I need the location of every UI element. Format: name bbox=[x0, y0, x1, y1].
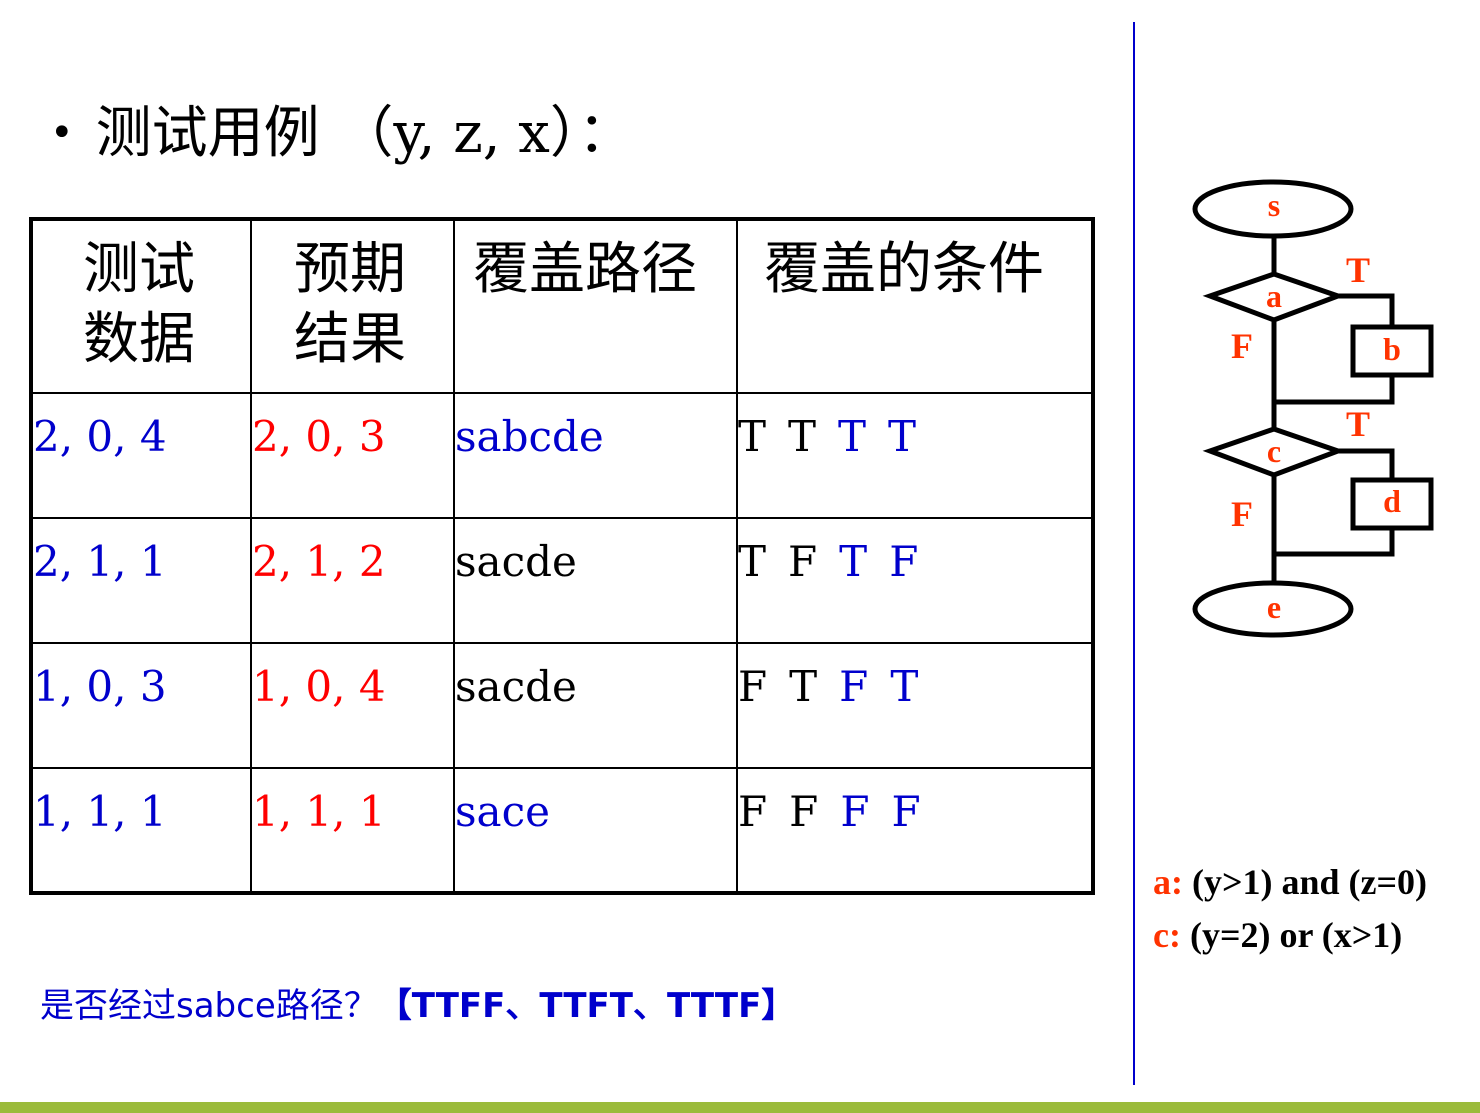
bottom-accent-bar bbox=[0, 1102, 1480, 1113]
edge-label-c-false: F bbox=[1231, 494, 1253, 534]
legend-line-c: c: (y=2) or (x>1) bbox=[1153, 915, 1403, 955]
cell-covered-path: sacde bbox=[453, 517, 738, 644]
condition-legend: a: (y>1) and (z=0) c: (y=2) or (x>1) bbox=[1153, 856, 1427, 962]
node-b-label: b bbox=[1383, 331, 1401, 367]
question-answer: 【TTFF、TTFT、TTTF】 bbox=[377, 986, 796, 1026]
table-row: 2, 0, 4 2, 0, 3 sabcde T T T T bbox=[30, 392, 1094, 519]
condition-value: T bbox=[838, 412, 867, 461]
cell-covered-path: sabcde bbox=[453, 392, 738, 519]
node-a-label: a bbox=[1266, 278, 1282, 314]
bullet-icon: • bbox=[50, 110, 74, 156]
edge-label-c-true: T bbox=[1346, 404, 1370, 444]
node-d-label: d bbox=[1383, 483, 1401, 519]
condition-value: F bbox=[889, 537, 919, 586]
condition-value: T bbox=[888, 412, 917, 461]
node-c-label: c bbox=[1267, 433, 1281, 469]
table-header-row: 测试 数据 预期 结果 覆盖路径 覆盖的条件 bbox=[30, 218, 1094, 394]
title-text: 测试用例 （y, z, x）： bbox=[95, 101, 634, 166]
cell-expected-result: 2, 0, 3 bbox=[250, 392, 455, 519]
condition-value: T bbox=[890, 662, 919, 711]
cell-expected-result: 1, 1, 1 bbox=[250, 767, 455, 894]
edge-a-true bbox=[1338, 293, 1395, 327]
condition-value: T bbox=[789, 662, 818, 711]
flowchart-diagram: s a b c d e T F T F bbox=[1192, 179, 1434, 638]
condition-value: T bbox=[839, 537, 868, 586]
cell-test-data: 2, 0, 4 bbox=[30, 392, 252, 519]
slide-title: • 测试用例 （y, z, x）： bbox=[50, 88, 634, 169]
cell-covered-path: sace bbox=[453, 767, 738, 894]
cell-test-data: 1, 1, 1 bbox=[30, 767, 252, 894]
condition-value: F bbox=[788, 537, 818, 586]
header-test-data: 测试 数据 bbox=[30, 218, 252, 394]
cell-covered-path: sacde bbox=[453, 642, 738, 769]
cell-covered-conditions: TTTT bbox=[736, 392, 1094, 519]
cell-expected-result: 1, 0, 4 bbox=[250, 642, 455, 769]
cell-expected-result: 2, 1, 2 bbox=[250, 517, 455, 644]
legend-line-a: a: (y>1) and (z=0) bbox=[1153, 862, 1428, 902]
header-expected-result: 预期 结果 bbox=[250, 218, 455, 394]
condition-value: T bbox=[788, 412, 817, 461]
table-row: 1, 1, 1 1, 1, 1 sace F F F F bbox=[30, 767, 1094, 894]
header-covered-path: 覆盖路径 bbox=[453, 218, 738, 394]
edge-label-a-true: T bbox=[1346, 250, 1370, 290]
cell-test-data: 2, 1, 1 bbox=[30, 517, 252, 644]
node-s-label: s bbox=[1268, 187, 1280, 223]
edge-b-join bbox=[1274, 375, 1395, 405]
cell-covered-conditions: TFTF bbox=[736, 517, 1094, 644]
condition-value: T bbox=[738, 537, 767, 586]
edge-d-join bbox=[1274, 528, 1395, 557]
question-text: 是否经过sabce路径？【TTFF、TTFT、TTTF】 bbox=[40, 986, 796, 1026]
condition-value: F bbox=[891, 787, 921, 836]
cell-test-data: 1, 0, 3 bbox=[30, 642, 252, 769]
edge-c-true bbox=[1338, 448, 1395, 480]
table-row: 2, 1, 1 2, 1, 2 sacde T F T F bbox=[30, 517, 1094, 644]
condition-value: F bbox=[738, 662, 768, 711]
edge-label-a-false: F bbox=[1231, 326, 1253, 366]
cell-covered-conditions: FFFF bbox=[736, 767, 1094, 894]
condition-value: F bbox=[839, 662, 869, 711]
cell-covered-conditions: FTFT bbox=[736, 642, 1094, 769]
table-row: 1, 0, 3 1, 0, 4 sacde F T F T bbox=[30, 642, 1094, 769]
node-e-label: e bbox=[1267, 589, 1281, 625]
test-case-table: 测试 数据 预期 结果 覆盖路径 覆盖的条件 2, 0, 4 2, 0, 3 sab… bbox=[29, 217, 1095, 895]
divider-line bbox=[1133, 22, 1135, 1085]
header-covered-conditions: 覆盖的条件 bbox=[736, 218, 1094, 394]
condition-value: F bbox=[840, 787, 870, 836]
condition-value: F bbox=[738, 787, 768, 836]
condition-value: F bbox=[789, 787, 819, 836]
condition-value: T bbox=[738, 412, 767, 461]
